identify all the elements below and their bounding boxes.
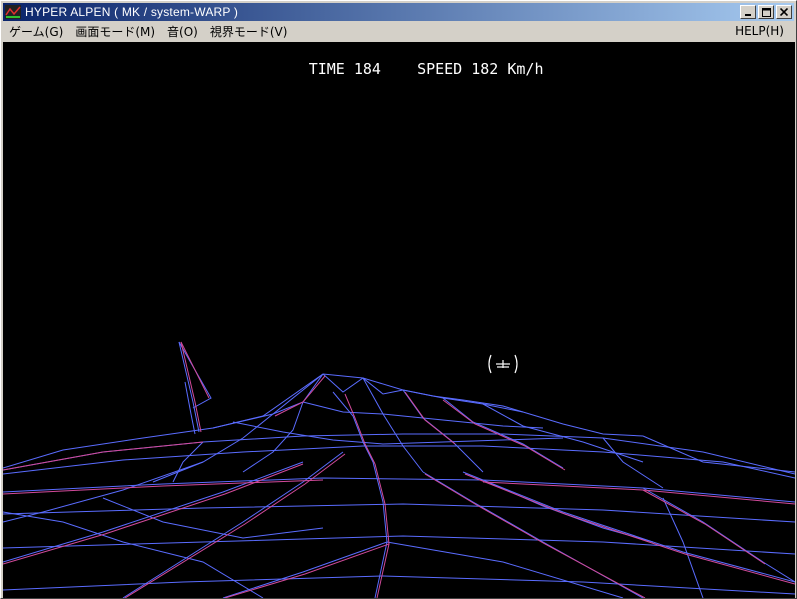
game-window: HYPER ALPEN ( MK / system-WARP ) ゲーム(G) … — [0, 0, 797, 599]
menu-view-mode[interactable]: 視界モード(V) — [204, 23, 294, 40]
speed-label: SPEED — [417, 60, 463, 78]
speed-value: 182 — [471, 60, 499, 78]
close-button[interactable] — [776, 5, 792, 19]
minimize-button[interactable] — [740, 5, 756, 19]
maximize-button[interactable] — [758, 5, 774, 19]
time-label: TIME — [308, 60, 345, 78]
app-icon[interactable] — [5, 5, 21, 19]
time-value: 184 — [353, 60, 381, 78]
window-title: HYPER ALPEN ( MK / system-WARP ) — [25, 5, 239, 19]
menu-game[interactable]: ゲーム(G) — [3, 23, 69, 40]
crosshair-icon — [488, 354, 518, 374]
menu-sound[interactable]: 音(O) — [161, 23, 204, 40]
wireframe-terrain — [3, 341, 795, 598]
title-bar[interactable]: HYPER ALPEN ( MK / system-WARP ) — [3, 3, 794, 21]
menu-help[interactable]: HELP(H) — [729, 24, 790, 38]
menu-bar: ゲーム(G) 画面モード(M) 音(O) 視界モード(V) HELP(H) — [3, 22, 794, 41]
game-viewport[interactable]: TIME 184 SPEED 182 Km/h — [3, 42, 795, 598]
menu-screen-mode[interactable]: 画面モード(M) — [69, 23, 161, 40]
window-controls — [738, 5, 792, 19]
hud: TIME 184 SPEED 182 Km/h — [3, 42, 795, 96]
speed-unit: Km/h — [507, 60, 544, 78]
